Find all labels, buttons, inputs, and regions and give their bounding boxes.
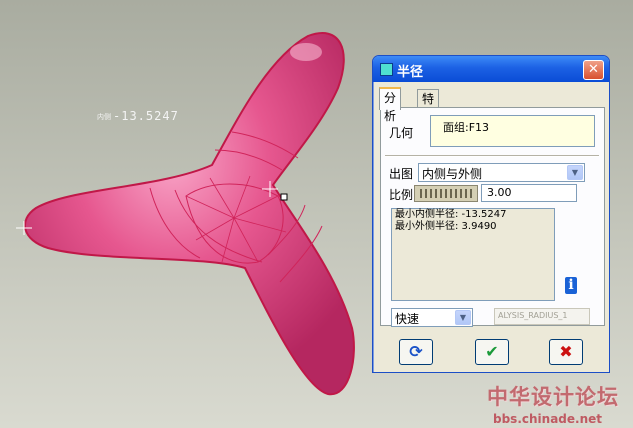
output-select[interactable]: 内侧与外侧 ▼ bbox=[418, 163, 585, 182]
dialog-titlebar[interactable]: 半径 ✕ bbox=[373, 56, 609, 82]
result-min-outer-radius: 最小外侧半径: 3.9490 bbox=[395, 221, 497, 232]
repeat-button[interactable]: ⟳ bbox=[399, 339, 433, 365]
scale-slider[interactable] bbox=[414, 185, 478, 202]
watermark-name: 中华设计论坛 bbox=[487, 384, 619, 409]
cross-icon: ✖ bbox=[559, 342, 573, 361]
mode-select-value: 快速 bbox=[395, 312, 420, 326]
result-min-inner-radius: 最小内侧半径: -13.5247 bbox=[395, 209, 507, 220]
site-watermark: 中华设计论坛 bbs.chinade.net bbox=[487, 381, 629, 426]
checkmark-icon: ✔ bbox=[485, 342, 499, 361]
watermark-url: bbs.chinade.net bbox=[493, 412, 602, 426]
cancel-button[interactable]: ✖ bbox=[549, 339, 583, 365]
tab-feature[interactable]: 特征 bbox=[417, 89, 440, 124]
window-icon bbox=[380, 63, 393, 76]
refresh-icon: ⟳ bbox=[409, 342, 423, 361]
chevron-down-icon[interactable]: ▼ bbox=[567, 165, 583, 180]
analysis-name-value: ALYSIS_RADIUS_1 bbox=[498, 311, 568, 320]
mode-select[interactable]: 快速 ▼ bbox=[391, 308, 473, 327]
output-label: 出图 bbox=[389, 167, 414, 181]
annotation-prefix: 内侧 bbox=[97, 113, 111, 121]
geometry-value: 面组:F13 bbox=[443, 121, 490, 134]
geometry-field[interactable]: 面组:F13 bbox=[430, 115, 595, 147]
results-box: 最小内侧半径: -13.5247 最小外侧半径: 3.9490 bbox=[391, 208, 555, 301]
scale-value: 3.00 bbox=[487, 186, 512, 199]
output-select-value: 内侧与外侧 bbox=[422, 167, 483, 181]
radius-annotation: 内侧 -13.5247 bbox=[97, 109, 179, 123]
annotation-value: -13.5247 bbox=[113, 109, 179, 123]
tab-analysis[interactable]: 分析 bbox=[379, 87, 402, 123]
chevron-down-icon[interactable]: ▼ bbox=[455, 310, 471, 325]
analysis-panel: 几何 面组:F13 出图 内侧与外侧 ▼ 比例 3.00 最小内侧半径: -13… bbox=[380, 107, 605, 327]
dialog-title: 半径 bbox=[397, 65, 424, 80]
propeller-surface bbox=[24, 32, 355, 396]
close-button[interactable]: ✕ bbox=[583, 60, 604, 80]
scale-input[interactable]: 3.00 bbox=[481, 184, 577, 202]
section-divider bbox=[385, 155, 599, 157]
scale-label: 比例 bbox=[389, 188, 414, 202]
info-icon[interactable]: i bbox=[565, 277, 577, 294]
ok-button[interactable]: ✔ bbox=[475, 339, 509, 365]
radius-dialog: 半径 ✕ 分析 特征 几何 面组:F13 出图 内侧与外侧 ▼ 比例 3.00 … bbox=[372, 55, 610, 373]
geometry-label: 几何 bbox=[389, 126, 414, 140]
analysis-name-field[interactable]: ALYSIS_RADIUS_1 bbox=[494, 308, 590, 325]
